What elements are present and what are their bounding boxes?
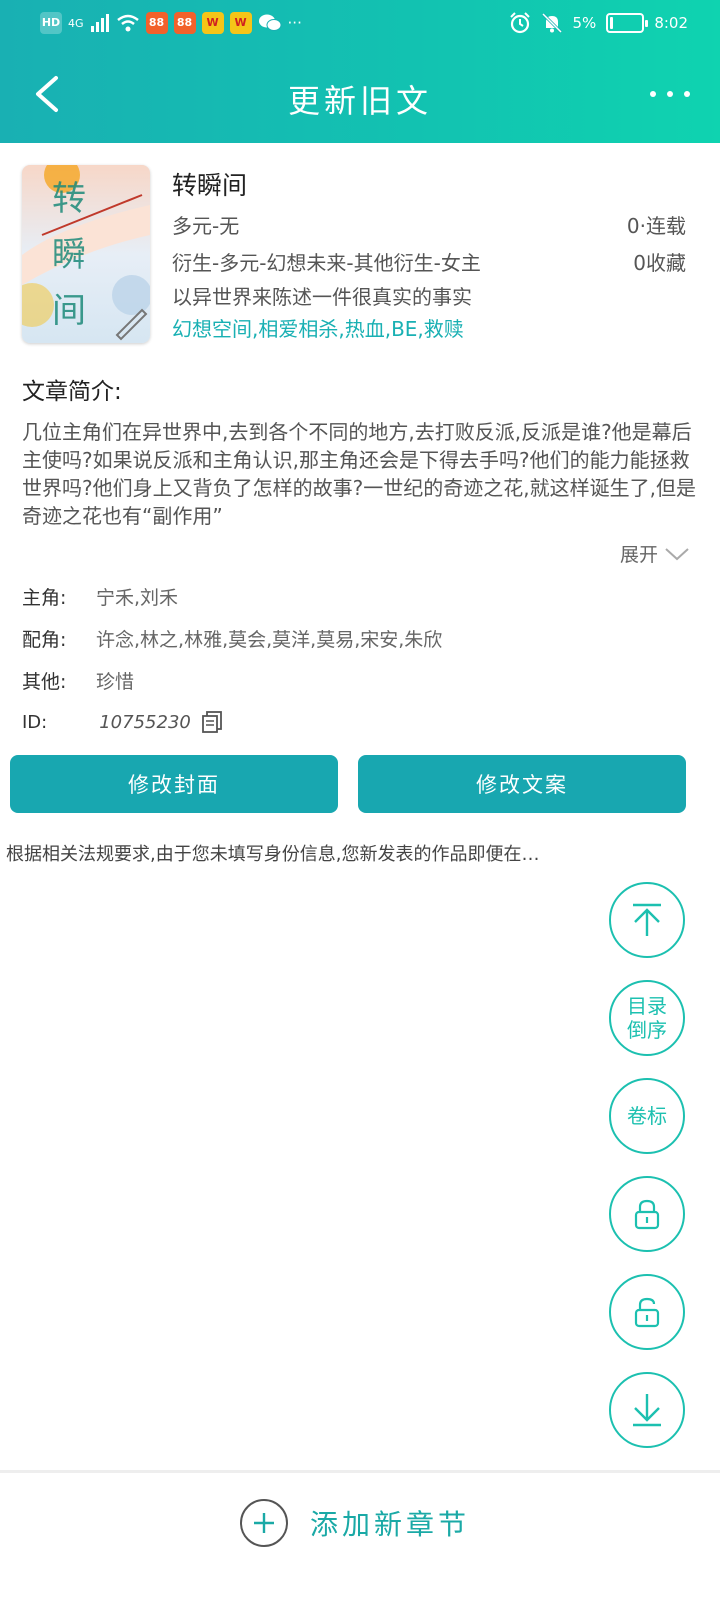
battery-icon: [606, 13, 649, 33]
identity-notice[interactable]: 根据相关法规要求,由于您未填写身份信息,您新发表的作品即便在…: [6, 840, 706, 866]
add-chapter-label: 添加新章节: [310, 1508, 471, 1541]
app-notification-icon: 88: [145, 12, 168, 34]
other-value: 珍惜: [96, 671, 135, 693]
volume-label-button[interactable]: 卷标: [609, 1078, 685, 1154]
book-category: 多元-无: [172, 214, 240, 238]
book-genre: 衍生-多元-幻想未来-其他衍生-女主: [172, 251, 481, 275]
protagonist-label: 主角:: [22, 587, 67, 609]
catalog-reverse-button[interactable]: 目录 倒序: [609, 980, 685, 1056]
scroll-to-bottom-button[interactable]: [609, 1372, 685, 1448]
hd-indicator: HD: [40, 12, 62, 34]
weibo-icon: W: [201, 12, 224, 34]
other-row: 其他: 珍惜: [22, 667, 134, 694]
top-app-bar: HD 4G 88 88 W W ··· 5% 8:02 更新旧文: [0, 0, 720, 143]
book-tagline: 以异世界来陈述一件很真实的事实: [172, 285, 472, 309]
battery-percent: 5%: [572, 14, 597, 32]
dot: [684, 91, 690, 97]
id-value: 10755230: [99, 711, 191, 733]
book-title: 转瞬间: [172, 171, 248, 200]
bottom-bar: 添加新章节: [0, 1470, 720, 1600]
page-title: 更新旧文: [287, 82, 432, 120]
arrow-up-icon: [633, 903, 661, 936]
wechat-icon: [258, 14, 282, 31]
plus-glyph: [254, 1513, 274, 1533]
id-row: ID: 10755230: [22, 710, 223, 734]
dot: [667, 91, 673, 97]
status-left: HD 4G 88 88 W W ···: [40, 12, 302, 34]
edit-cover-button[interactable]: 修改封面: [10, 755, 338, 813]
protagonist-value: 宁禾,刘禾: [96, 587, 179, 609]
unlock-icon: [634, 1297, 660, 1328]
book-favorites: 0收藏: [633, 251, 686, 275]
intro-text: 几位主角们在异世界中,去到各个不同的地方,去打败反派,反派是谁?他是幕后主使吗?…: [22, 420, 696, 528]
add-chapter-button[interactable]: 添加新章节: [240, 1499, 470, 1547]
plus-icon: [240, 1499, 288, 1547]
status-bar: HD 4G 88 88 W W ··· 5% 8:02: [0, 0, 720, 50]
book-status: 0·连载: [626, 214, 686, 238]
alarm-icon: [509, 12, 530, 34]
more-notifications-icon: ···: [287, 14, 302, 32]
supporting-row: 配角: 许念,林之,林雅,莫会,莫洋,莫易,宋安,朱欣: [22, 625, 442, 652]
signal-icon: [90, 14, 109, 32]
status-right: 5% 8:02: [509, 12, 688, 34]
book-cover[interactable]: 转瞬间: [22, 165, 150, 343]
chevron-down-icon: [665, 547, 689, 560]
copy-icon[interactable]: [201, 710, 223, 734]
clock: 8:02: [654, 14, 688, 32]
scroll-to-top-button[interactable]: [609, 882, 685, 958]
supporting-label: 配角:: [22, 629, 67, 651]
other-label: 其他:: [22, 671, 67, 693]
arrow-down-icon: [633, 1394, 661, 1427]
wifi-icon: [116, 14, 139, 32]
dot: [650, 91, 656, 97]
cover-title-text: 转瞬间: [52, 179, 86, 331]
lock-button[interactable]: [609, 1176, 685, 1252]
unlock-button[interactable]: [609, 1274, 685, 1350]
app-notification-icon: 88: [173, 12, 196, 34]
expand-label: 展开: [619, 544, 658, 566]
lock-icon: [634, 1199, 660, 1230]
id-label: ID:: [22, 711, 48, 733]
network-type: 4G: [68, 16, 84, 30]
expand-toggle[interactable]: 展开: [620, 540, 690, 567]
more-options-button[interactable]: [650, 84, 690, 104]
book-tags: 幻想空间,相爱相杀,热血,BE,救赎: [172, 317, 464, 341]
intro-heading: 文章简介:: [22, 379, 122, 405]
protagonist-row: 主角: 宁禾,刘禾: [22, 583, 178, 610]
supporting-value: 许念,林之,林雅,莫会,莫洋,莫易,宋安,朱欣: [96, 629, 443, 651]
edit-copy-button[interactable]: 修改文案: [358, 755, 686, 813]
mute-bell-icon: [541, 12, 562, 34]
weibo-icon: W: [229, 12, 252, 34]
